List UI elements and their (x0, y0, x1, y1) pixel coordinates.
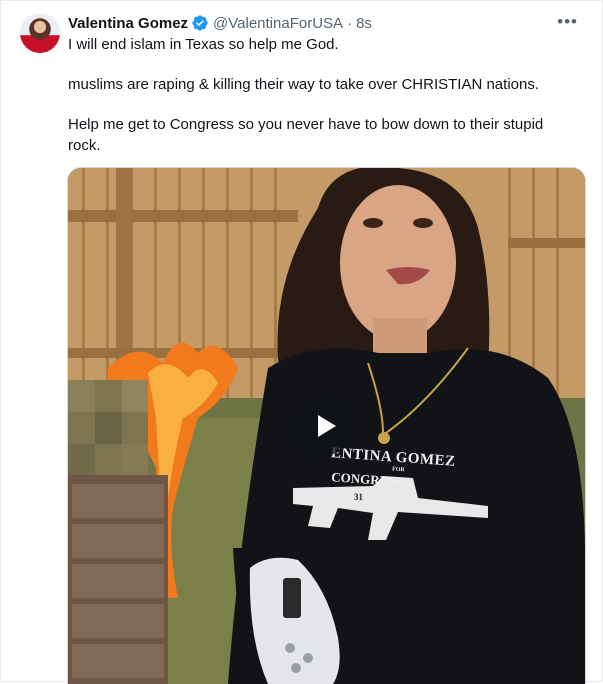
tweet-header: Valentina Gomez @ValentinaForUSA · 8s (68, 13, 372, 33)
user-handle[interactable]: @ValentinaForUSA (213, 15, 343, 32)
tweet-paragraph: muslims are raping & killing their way t… (68, 76, 540, 93)
separator-dot: · (347, 14, 353, 32)
display-name[interactable]: Valentina Gomez (68, 15, 188, 32)
tweet-paragraph: I will end islam in Texas so help me God… (68, 36, 339, 53)
brick-pillar (68, 475, 168, 684)
tweet-card[interactable]: Valentina Gomez @ValentinaForUSA · 8s ••… (0, 0, 603, 684)
play-button[interactable] (297, 397, 355, 455)
tweet-paragraph: Help me get to Congress so you never hav… (68, 116, 544, 154)
avatar[interactable] (20, 13, 60, 53)
play-icon (318, 415, 336, 437)
rifle-number: 31 (354, 492, 363, 502)
more-horizontal-icon[interactable]: ••• (557, 12, 578, 32)
blurred-object (68, 380, 148, 475)
verified-badge-icon (192, 15, 208, 31)
tweet-text: I will end islam in Texas so help me God… (68, 34, 573, 175)
timestamp[interactable]: 8s (356, 15, 372, 32)
